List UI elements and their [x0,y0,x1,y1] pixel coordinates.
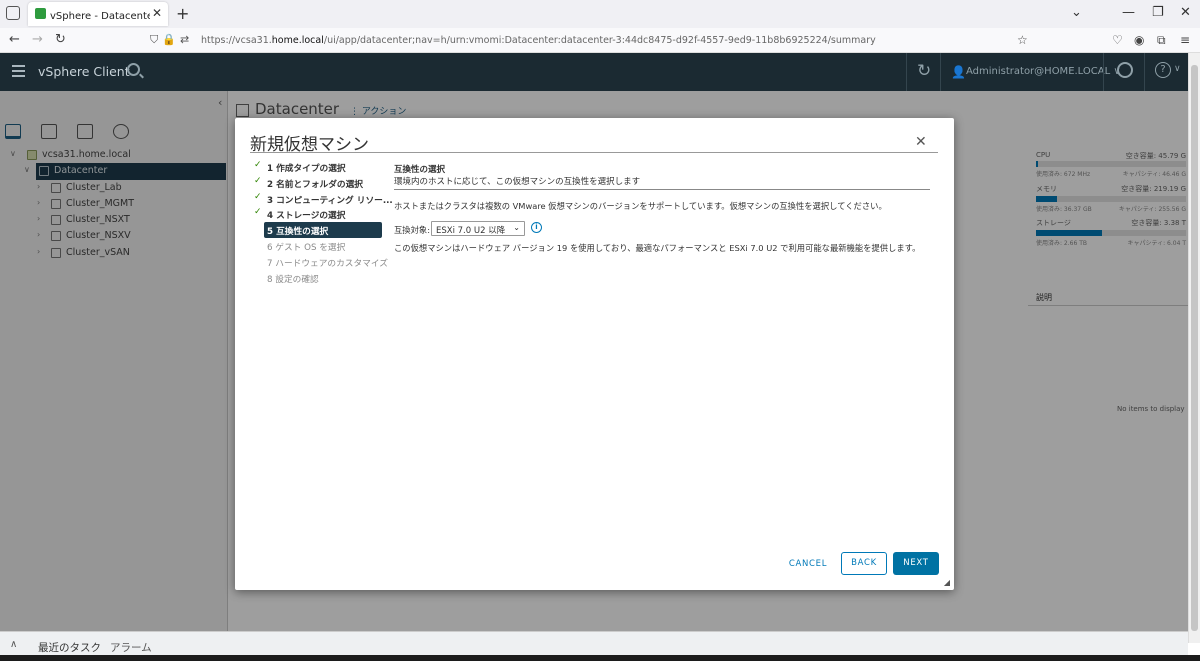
header-divider [940,53,941,91]
back-button[interactable]: BACK [841,552,887,575]
close-icon[interactable]: ✕ [915,134,927,150]
tab-alarms[interactable]: アラーム [110,640,152,655]
extensions-icon[interactable]: ⧉ [1157,33,1166,48]
browser-tab-bar: vSphere - Datacenter - サマリ ✕ + ⌄ — ❐ ✕ [0,0,1200,28]
step-label: 2 名前とフォルダの選択 [267,179,363,190]
step-label: 5 互換性の選択 [267,227,329,238]
url-bar[interactable]: https://vcsa31.home.local/ui/app/datacen… [201,35,876,46]
content-divider [394,189,930,190]
header-divider [1103,53,1104,91]
hamburger-menu-icon[interactable] [12,65,25,77]
page-scrollbar[interactable] [1188,53,1200,643]
header-divider [1144,53,1145,91]
step-label: 3 コンピューティング リソー... [267,195,393,206]
next-button[interactable]: NEXT [893,552,939,575]
os-taskbar [0,655,1200,661]
user-menu[interactable]: Administrator@HOME.LOCAL ∨ [966,66,1121,77]
checkmark-icon: ✓ [254,160,262,170]
feedback-smiley-icon[interactable] [1117,62,1133,78]
wizard-step[interactable]: ✓ 4 ストレージの選択 [253,206,383,222]
browser-tab-title: vSphere - Datacenter - サマリ [50,11,150,22]
back-arrow-icon[interactable]: ← [9,32,20,47]
tab-recent-tasks[interactable]: 最近のタスク [38,640,101,655]
wizard-step: 6 ゲスト OS を選択 [253,238,383,254]
bookmark-star-icon[interactable]: ☆ [1017,33,1028,47]
compatibility-note: この仮想マシンはハードウェア バージョン 19 を使用しており、最適なパフォーマ… [394,243,921,253]
step-description: ホストまたはクラスタは複数の VMware 仮想マシンのバージョンをサポートして… [394,201,887,211]
cancel-button[interactable]: CANCEL [783,555,833,573]
wizard-step[interactable]: ✓ 3 コンピューティング リソー... [253,191,393,207]
compatibility-select[interactable]: ESXi 7.0 U2 以降 ⌄ [431,221,525,236]
vsphere-header: vSphere Client ↻ 👤 Administrator@HOME.LO… [0,53,1188,91]
step-label: 4 ストレージの選択 [267,211,346,222]
wizard-step-current[interactable]: 5 互換性の選択 [264,222,382,238]
step-heading: 互換性の選択 [394,165,446,175]
wizard-content: 互換性の選択 環境内のホストに応じて、この仮想マシンの互換性を選択します ホスト… [394,163,930,254]
restore-icon[interactable]: ❐ [1152,5,1164,20]
compatibility-value: ESXi 7.0 U2 以降 [436,226,506,236]
search-icon[interactable] [127,63,140,76]
title-divider [250,152,938,153]
forward-arrow-icon[interactable]: → [32,32,43,47]
compatibility-row: 互換対象: ESXi 7.0 U2 以降 ⌄ i [394,220,930,242]
step-label: 7 ハードウェアのカスタマイズ [267,258,388,269]
compatibility-label: 互換対象: [394,225,430,235]
pocket-icon[interactable]: ♡ [1112,33,1123,47]
checkmark-icon: ✓ [254,207,262,218]
expand-panel-icon[interactable]: ∧ [10,639,17,650]
browser-nav-bar: ← → ↻ ⛉🔒⇄ https://vcsa31.home.local/ui/a… [0,28,1200,53]
window-close-icon[interactable]: ✕ [1180,5,1191,20]
tab-list-icon[interactable] [6,6,20,20]
wizard-step[interactable]: ✓ 2 名前とフォルダの選択 [253,175,383,191]
step-label: 1 作成タイプの選択 [267,164,346,174]
wizard-step: 8 設定の確認 [253,270,383,286]
chevron-down-icon: ⌄ [513,223,520,232]
new-vm-wizard: 新規仮想マシン ✕ ✓ 1 作成タイプの選択 ✓ 2 名前とフォルダの選択 ✓ … [235,118,954,590]
step-subheading: 環境内のホストに応じて、この仮想マシンの互換性を選択します [394,177,641,187]
browser-tab[interactable]: vSphere - Datacenter - サマリ ✕ [28,2,168,26]
wizard-steps: ✓ 1 作成タイプの選択 ✓ 2 名前とフォルダの選択 ✓ 3 コンピューティン… [253,159,393,286]
minimize-icon[interactable]: — [1122,5,1135,20]
reload-icon[interactable]: ↻ [55,32,66,47]
url-security-icons[interactable]: ⛉🔒⇄ [150,33,193,47]
new-tab-icon[interactable]: + [176,4,189,23]
step-label: 8 設定の確認 [267,274,319,285]
checkmark-icon: ✓ [254,191,262,202]
app-title[interactable]: vSphere Client [38,64,130,79]
tab-overflow-chevron-icon[interactable]: ⌄ [1071,5,1082,20]
vsphere-favicon-icon [35,8,46,19]
user-icon: 👤 [951,65,966,79]
menu-icon[interactable]: ≡ [1180,33,1190,47]
refresh-icon[interactable]: ↻ [917,61,931,81]
account-icon[interactable]: ◉ [1134,33,1144,47]
checkmark-icon: ✓ [254,175,262,186]
wizard-step[interactable]: ✓ 1 作成タイプの選択 [253,159,383,175]
resize-handle-icon[interactable]: ◢ [944,578,950,587]
info-icon[interactable]: i [531,222,542,233]
tab-close-icon[interactable]: ✕ [152,6,162,20]
help-icon[interactable]: ? [1155,62,1171,78]
step-label: 6 ゲスト OS を選択 [267,242,346,253]
help-chevron-icon[interactable]: ∨ [1174,64,1181,74]
scrollbar-thumb[interactable] [1191,65,1198,631]
wizard-step: 7 ハードウェアのカスタマイズ [253,254,388,270]
header-divider [906,53,907,91]
